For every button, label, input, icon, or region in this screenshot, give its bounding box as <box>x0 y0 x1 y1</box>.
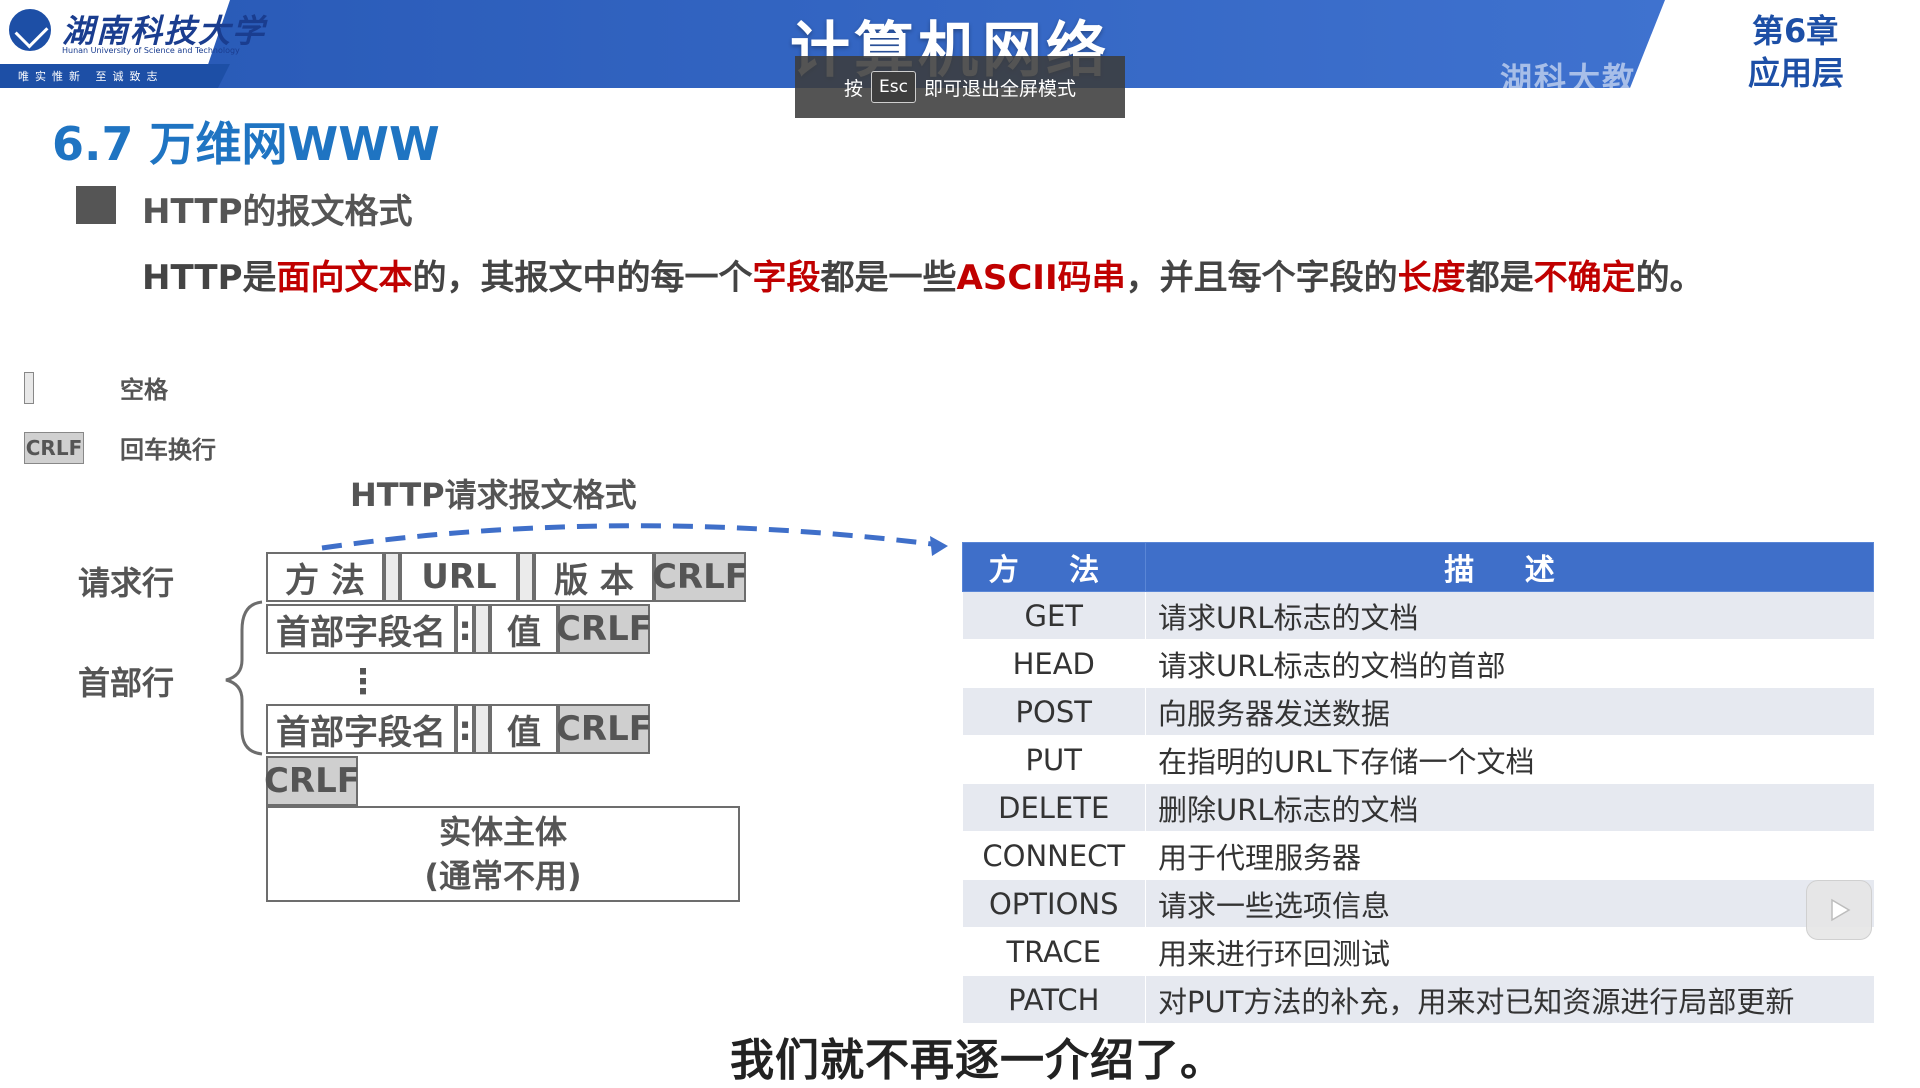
description-cell: 请求URL标志的文档的首部 <box>1145 639 1874 688</box>
space-cell <box>474 704 490 754</box>
table-row: PUT 在指明的URL下存储一个文档 <box>962 735 1874 784</box>
entity-body-box: 实体主体 (通常不用) <box>266 806 740 902</box>
description-cell: 对PUT方法的补充，用来对已知资源进行局部更新 <box>1145 975 1874 1024</box>
table-row: CONNECT 用于代理服务器 <box>962 831 1874 880</box>
crlf-cell: CRLF <box>652 552 748 602</box>
blank-line-crlf-cell: CRLF <box>264 756 360 806</box>
play-icon <box>1831 898 1851 922</box>
request-version-cell: 版 本 <box>534 552 654 602</box>
table-row: POST 向服务器发送数据 <box>962 687 1874 736</box>
curly-brace-icon <box>225 600 263 756</box>
header-field-name-cell: 首部字段名 <box>266 604 456 654</box>
column-header-description: 描 述 <box>1145 542 1874 592</box>
table-row: HEAD 请求URL标志的文档的首部 <box>962 639 1874 688</box>
table-row: TRACE 用来进行环回测试 <box>962 927 1874 976</box>
space-cell <box>384 552 400 602</box>
colon-cell: : <box>456 704 474 754</box>
table-row: PATCH 对PUT方法的补充，用来对已知资源进行局部更新 <box>962 975 1874 1024</box>
play-button[interactable] <box>1806 880 1872 940</box>
description-cell: 请求URL标志的文档 <box>1145 591 1874 640</box>
table-body: GET 请求URL标志的文档 HEAD 请求URL标志的文档的首部 POST 向服务器发送… <box>962 591 1874 1024</box>
entity-body-note: (通常不用) <box>424 857 582 895</box>
header-value-cell: 值 <box>490 704 558 754</box>
video-subtitle: 我们就不再逐一介绍了。 <box>730 1035 1225 1086</box>
description-cell: 用于代理服务器 <box>1145 831 1874 880</box>
space-cell <box>474 604 490 654</box>
crlf-cell: CRLF <box>556 704 652 754</box>
column-header-method: 方 法 <box>962 542 1146 592</box>
method-cell: OPTIONS <box>962 879 1146 928</box>
space-cell <box>518 552 534 602</box>
description-cell: 在指明的URL下存储一个文档 <box>1145 735 1874 784</box>
request-url-cell: URL <box>400 552 518 602</box>
dashed-arrow <box>321 523 941 551</box>
method-cell: PATCH <box>962 975 1146 1024</box>
header-field-name-cell: 首部字段名 <box>266 704 456 754</box>
arrow-head-icon <box>930 536 948 556</box>
header-value-cell: 值 <box>490 604 558 654</box>
table-row: OPTIONS 请求一些选项信息 <box>962 879 1874 928</box>
colon-cell: : <box>456 604 474 654</box>
http-methods-table: 方 法 描 述 GET 请求URL标志的文档 HEAD 请求URL标志的文档的首部 PO… <box>962 542 1874 1024</box>
description-cell: 向服务器发送数据 <box>1145 687 1874 736</box>
description-cell: 删除URL标志的文档 <box>1145 783 1874 832</box>
method-cell: DELETE <box>962 783 1146 832</box>
entity-body-label: 实体主体 <box>438 813 567 851</box>
method-cell: PUT <box>962 735 1146 784</box>
request-line-label: 请求行 <box>78 564 175 602</box>
method-cell: GET <box>962 591 1146 640</box>
table-row: GET 请求URL标志的文档 <box>962 591 1874 640</box>
method-cell: CONNECT <box>962 831 1146 880</box>
description-cell: 请求一些选项信息 <box>1145 879 1874 928</box>
method-cell: TRACE <box>962 927 1146 976</box>
vertical-ellipsis: ⋮ <box>346 662 380 702</box>
table-header-row: 方 法 描 述 <box>962 542 1874 592</box>
request-method-cell: 方 法 <box>266 552 384 602</box>
description-cell: 用来进行环回测试 <box>1145 927 1874 976</box>
crlf-cell: CRLF <box>556 604 652 654</box>
header-line-label: 首部行 <box>78 664 175 702</box>
method-cell: HEAD <box>962 639 1146 688</box>
table-row: DELETE 删除URL标志的文档 <box>962 783 1874 832</box>
method-cell: POST <box>962 687 1146 736</box>
